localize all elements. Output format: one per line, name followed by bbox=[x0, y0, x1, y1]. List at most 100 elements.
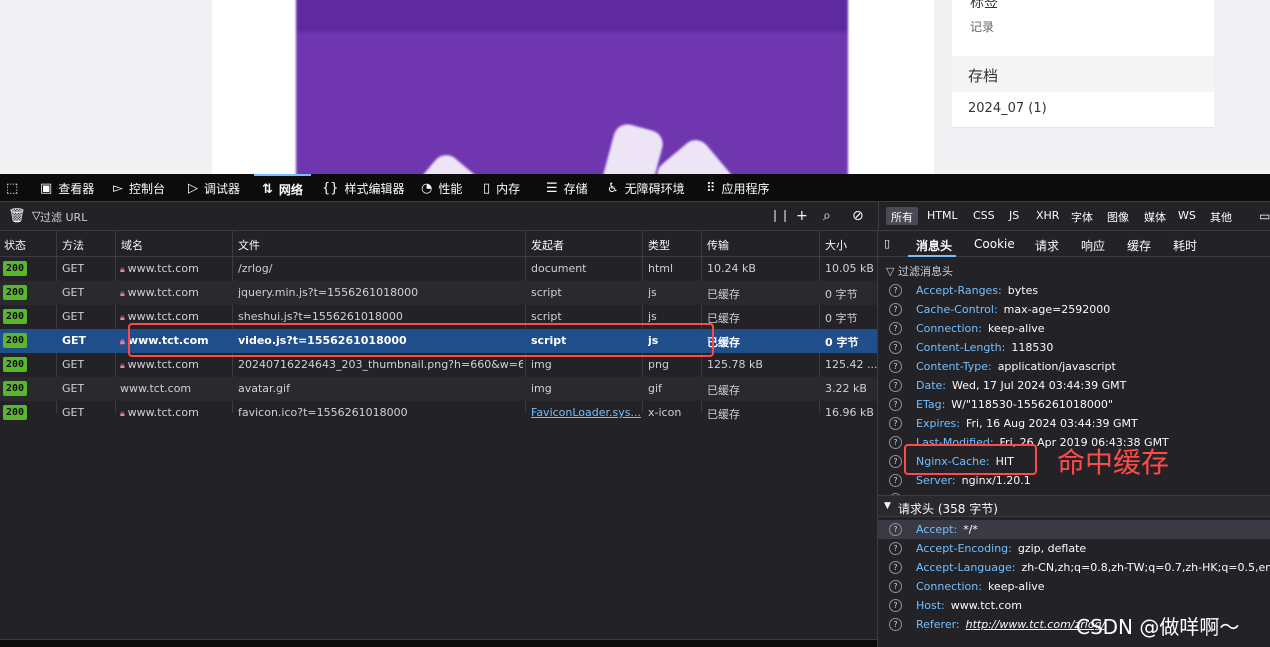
toggle-panel-icon[interactable]: ▭ bbox=[1254, 207, 1270, 225]
header-row[interactable]: ? Accept-Language: zh-CN,zh;q=0.8,zh-TW;q=… bbox=[878, 558, 1270, 577]
tab-accessibility[interactable]: ♿ 无障碍环境 bbox=[607, 174, 685, 202]
tab-application[interactable]: ⠿ 应用程序 bbox=[706, 174, 770, 202]
tag-link[interactable]: 记录 bbox=[970, 18, 994, 35]
help-icon[interactable]: ? bbox=[889, 284, 902, 297]
help-icon[interactable]: ? bbox=[889, 303, 902, 316]
filter-fonts[interactable]: 字体 bbox=[1066, 207, 1098, 225]
col-size[interactable]: 大小 bbox=[825, 237, 847, 253]
cell-transferred: 125.78 kB bbox=[707, 358, 763, 371]
filter-url-input[interactable]: 过滤 URL bbox=[40, 209, 87, 225]
pause-icon[interactable]: ❘❘ bbox=[770, 208, 790, 222]
table-row[interactable]: 200 GET www.tct.com avatar.gif img gif 已缓存 3.22… bbox=[0, 377, 877, 401]
header-value: gzip, deflate bbox=[1017, 542, 1087, 555]
filter-headers-input[interactable]: ▽ 过滤消息头 bbox=[886, 263, 953, 279]
cell-initiator: script bbox=[531, 310, 641, 323]
tab-timings[interactable]: 耗时 bbox=[1173, 237, 1197, 254]
col-type[interactable]: 类型 bbox=[648, 237, 670, 253]
header-row[interactable]: ? Accept-Encoding: gzip, deflate bbox=[878, 539, 1270, 558]
filter-other[interactable]: 其他 bbox=[1205, 207, 1237, 225]
sidebar-toggle-icon[interactable]: ▯ bbox=[884, 237, 890, 250]
help-icon[interactable]: ? bbox=[889, 542, 902, 555]
tab-headers[interactable]: 消息头 bbox=[916, 237, 952, 254]
help-icon[interactable]: ? bbox=[889, 580, 902, 593]
block-icon[interactable]: ⊘ bbox=[852, 208, 864, 224]
header-row[interactable]: ? Accept: */* bbox=[878, 520, 1270, 539]
cell-text: html bbox=[648, 262, 674, 275]
status-badge: 200 bbox=[3, 261, 27, 276]
table-row[interactable]: 200 GET 🔒︎ www.tct.com/zrlog/document html 1… bbox=[0, 257, 877, 281]
col-transferred[interactable]: 传输 bbox=[707, 237, 729, 253]
help-icon[interactable]: ? bbox=[889, 618, 902, 631]
tab-cookie[interactable]: Cookie bbox=[974, 237, 1015, 251]
help-icon[interactable]: ? bbox=[889, 436, 902, 449]
help-icon[interactable]: ? bbox=[889, 360, 902, 373]
filter-css[interactable]: CSS bbox=[968, 207, 1000, 225]
header-value: Wed, 17 Jul 2024 03:44:39 GMT bbox=[952, 379, 1127, 392]
details-tabs: ▯ 消息头 Cookie 请求 响应 缓存 耗时 bbox=[878, 231, 1270, 257]
watermark: CSDN @做咩啊～ bbox=[1076, 615, 1240, 639]
header-row[interactable]: ? Date: Wed, 17 Jul 2024 03:44:39 GMT bbox=[878, 376, 1270, 395]
header-name: Accept-Language: bbox=[916, 561, 1016, 574]
cell-text[interactable]: FaviconLoader.sys... bbox=[531, 406, 641, 419]
help-icon[interactable]: ? bbox=[889, 455, 902, 468]
help-icon[interactable]: ? bbox=[889, 561, 902, 574]
tab-label: 内存 bbox=[496, 181, 521, 196]
col-status[interactable]: 状态 bbox=[4, 237, 26, 253]
network-filter-bar: 🗑 ▽ 过滤 URL ❘❘ + ⌕ ⊘ bbox=[0, 202, 878, 231]
filter-js[interactable]: JS bbox=[1004, 207, 1024, 225]
table-row[interactable]: 200 GET 🔒︎ www.tct.com favicon.ico?t=155626… bbox=[0, 401, 877, 425]
trash-icon[interactable]: 🗑 bbox=[8, 208, 26, 224]
cell-text: /zrlog/ bbox=[238, 262, 273, 275]
filter-headers-label: 过滤消息头 bbox=[897, 265, 953, 278]
col-file[interactable]: 文件 bbox=[238, 237, 260, 253]
help-icon[interactable]: ? bbox=[889, 474, 902, 487]
filter-xhr[interactable]: XHR bbox=[1031, 207, 1064, 225]
help-icon[interactable]: ? bbox=[889, 379, 902, 392]
tab-memory[interactable]: ▯ 内存 bbox=[483, 174, 520, 202]
archive-link[interactable]: 2024_07 (1) bbox=[968, 101, 1047, 116]
tab-debugger[interactable]: ▷ 调试器 bbox=[188, 174, 240, 202]
help-icon[interactable]: ? bbox=[889, 322, 902, 335]
search-icon[interactable]: ⌕ bbox=[823, 208, 831, 224]
tab-performance[interactable]: ◔ 性能 bbox=[421, 174, 462, 202]
help-icon[interactable]: ? bbox=[889, 341, 902, 354]
col-initiator[interactable]: 发起者 bbox=[531, 237, 564, 253]
request-headers-section[interactable]: ▼ 请求头 (358 字节) bbox=[878, 495, 1270, 517]
tab-response[interactable]: 响应 bbox=[1081, 237, 1105, 254]
help-icon[interactable]: ? bbox=[889, 523, 902, 536]
header-row[interactable]: ? ETag: W/"118530-1556261018000" bbox=[878, 395, 1270, 414]
col-method[interactable]: 方法 bbox=[62, 237, 84, 253]
filter-images[interactable]: 图像 bbox=[1102, 207, 1134, 225]
tab-network[interactable]: ⇅ 网络 bbox=[254, 174, 311, 202]
cell-text: img bbox=[531, 358, 552, 371]
pick-element-button[interactable]: ⬚ bbox=[6, 174, 24, 202]
help-icon[interactable]: ? bbox=[889, 417, 902, 430]
header-row[interactable]: ? Cache-Control: max-age=2592000 bbox=[878, 300, 1270, 319]
filter-html[interactable]: HTML bbox=[922, 207, 963, 225]
header-row[interactable]: ? Connection: keep-alive bbox=[878, 319, 1270, 338]
tab-request[interactable]: 请求 bbox=[1035, 237, 1059, 254]
header-row[interactable]: ? Content-Type: application/javascript bbox=[878, 357, 1270, 376]
cell-text: avatar.gif bbox=[238, 382, 290, 395]
header-name: Accept: bbox=[916, 523, 958, 536]
table-row[interactable]: 200 GET 🔒︎ www.tct.com jquery.min.js?t=1556… bbox=[0, 281, 877, 305]
cell-text: www.tct.com bbox=[127, 286, 199, 299]
header-row[interactable]: ? Connection: keep-alive bbox=[878, 577, 1270, 596]
help-icon[interactable]: ? bbox=[889, 398, 902, 411]
insecure-lock-icon: 🔒︎ bbox=[120, 409, 128, 419]
tab-storage[interactable]: ☰ 存储 bbox=[546, 174, 588, 202]
tab-cache[interactable]: 缓存 bbox=[1127, 237, 1151, 254]
header-row[interactable]: ? Content-Length: 118530 bbox=[878, 338, 1270, 357]
header-row[interactable]: ? Expires: Fri, 16 Aug 2024 03:44:39 GMT bbox=[878, 414, 1270, 433]
add-icon[interactable]: + bbox=[796, 208, 808, 224]
filter-ws[interactable]: WS bbox=[1173, 207, 1201, 225]
header-row[interactable]: ? Accept-Ranges: bytes bbox=[878, 281, 1270, 300]
filter-media[interactable]: 媒体 bbox=[1139, 207, 1171, 225]
col-domain[interactable]: 域名 bbox=[121, 237, 143, 253]
filter-all[interactable]: 所有 bbox=[886, 207, 918, 225]
tab-style-editor[interactable]: {} 样式编辑器 bbox=[322, 174, 405, 202]
cell-text: sheshui.js?t=1556261018000 bbox=[238, 310, 403, 323]
tab-console[interactable]: ▻ 控制台 bbox=[113, 174, 165, 202]
help-icon[interactable]: ? bbox=[889, 599, 902, 612]
tab-inspector[interactable]: ▣ 查看器 bbox=[40, 174, 94, 202]
